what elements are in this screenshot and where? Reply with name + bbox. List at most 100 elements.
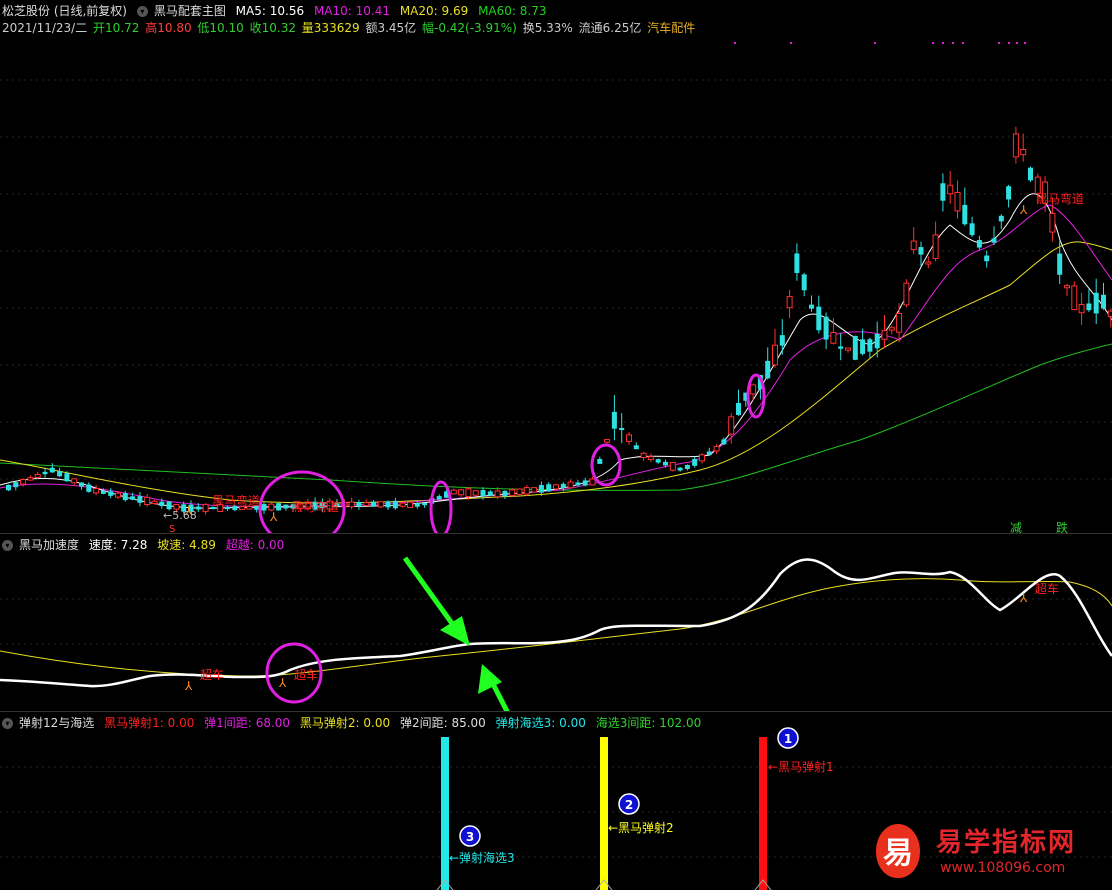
- candle[interactable]: [1020, 148, 1027, 156]
- candle[interactable]: [786, 296, 793, 309]
- candle[interactable]: [1071, 285, 1078, 311]
- candle[interactable]: [838, 346, 844, 349]
- candle[interactable]: [860, 339, 866, 354]
- candle[interactable]: [86, 484, 92, 492]
- candle[interactable]: [845, 347, 851, 351]
- candle[interactable]: [677, 467, 683, 471]
- launch-bar-1[interactable]: [759, 737, 767, 890]
- candle[interactable]: [969, 223, 975, 236]
- candle[interactable]: [597, 458, 603, 464]
- candle[interactable]: [976, 240, 982, 248]
- candle[interactable]: [159, 501, 165, 507]
- candle[interactable]: [414, 503, 420, 507]
- candle[interactable]: [794, 253, 800, 273]
- candle[interactable]: [472, 490, 479, 496]
- candle[interactable]: [436, 496, 442, 500]
- candle[interactable]: [377, 501, 384, 508]
- candle[interactable]: [494, 490, 501, 498]
- candle[interactable]: [1101, 294, 1106, 309]
- candle[interactable]: [42, 471, 48, 475]
- candle[interactable]: [531, 487, 538, 493]
- launch-bar-3[interactable]: [441, 737, 449, 890]
- candle[interactable]: [93, 488, 100, 494]
- candle[interactable]: [130, 496, 136, 500]
- candle[interactable]: [852, 335, 858, 360]
- candle[interactable]: [998, 215, 1004, 222]
- candle[interactable]: [699, 454, 705, 462]
- candle[interactable]: [881, 330, 888, 340]
- candle[interactable]: [407, 501, 413, 508]
- candle[interactable]: [663, 461, 668, 466]
- candle[interactable]: [721, 439, 727, 445]
- candle[interactable]: [122, 493, 128, 501]
- candle[interactable]: [801, 274, 807, 291]
- candle[interactable]: [1107, 310, 1112, 318]
- candle[interactable]: [954, 191, 961, 212]
- candle[interactable]: [560, 483, 566, 488]
- candle[interactable]: [363, 502, 370, 507]
- candle[interactable]: [1078, 304, 1085, 314]
- candle[interactable]: [523, 487, 530, 495]
- candle[interactable]: [34, 473, 41, 478]
- candle[interactable]: [422, 503, 428, 506]
- candle[interactable]: [1049, 212, 1056, 233]
- candle[interactable]: [611, 411, 617, 429]
- candle[interactable]: [13, 482, 19, 488]
- candle[interactable]: [487, 491, 493, 496]
- candle[interactable]: [896, 312, 903, 333]
- speed-chart[interactable]: 超车 超车 超车 ⅄ ⅄ ⅄: [0, 534, 1112, 712]
- candle[interactable]: [71, 478, 78, 484]
- candle[interactable]: [509, 489, 516, 497]
- candle[interactable]: [465, 488, 472, 497]
- candle[interactable]: [903, 282, 910, 306]
- candle[interactable]: [816, 306, 822, 331]
- candle[interactable]: [940, 183, 946, 201]
- candle[interactable]: [626, 434, 632, 442]
- candle[interactable]: [604, 439, 611, 443]
- candle[interactable]: [202, 503, 209, 513]
- candle[interactable]: [371, 501, 376, 507]
- candle[interactable]: [1028, 167, 1033, 181]
- candle[interactable]: [728, 416, 735, 435]
- candle[interactable]: [151, 500, 158, 504]
- candle[interactable]: [647, 456, 654, 461]
- candle[interactable]: [538, 485, 544, 493]
- candle[interactable]: [918, 247, 924, 255]
- candle[interactable]: [6, 484, 11, 491]
- launch-bar-2[interactable]: [600, 737, 608, 890]
- candle[interactable]: [706, 451, 712, 456]
- candle[interactable]: [49, 467, 55, 473]
- candle[interactable]: [450, 489, 457, 495]
- candle[interactable]: [669, 462, 676, 471]
- candle[interactable]: [458, 489, 465, 496]
- candle[interactable]: [692, 458, 698, 466]
- candle[interactable]: [516, 488, 523, 495]
- candle[interactable]: [261, 504, 267, 511]
- candle[interactable]: [765, 360, 771, 379]
- candle[interactable]: [947, 184, 954, 195]
- candle[interactable]: [502, 490, 508, 497]
- candle[interactable]: [1057, 253, 1063, 275]
- candle[interactable]: [553, 484, 559, 490]
- candle[interactable]: [546, 484, 552, 492]
- candle[interactable]: [809, 304, 814, 309]
- candle[interactable]: [925, 261, 932, 265]
- candle[interactable]: [79, 482, 84, 487]
- candle[interactable]: [684, 464, 690, 469]
- candle[interactable]: [932, 234, 939, 260]
- candlesticks[interactable]: [6, 126, 1112, 515]
- candle[interactable]: [283, 504, 289, 509]
- candle[interactable]: [830, 332, 837, 344]
- candle[interactable]: [888, 327, 895, 331]
- candle[interactable]: [589, 478, 596, 486]
- candle[interactable]: [984, 255, 990, 262]
- candle[interactable]: [779, 335, 785, 346]
- candle[interactable]: [399, 502, 406, 507]
- candle[interactable]: [356, 502, 362, 507]
- price-chart[interactable]: 黑马弯道 黑马弯道 黑马弯道 ⅄ ⅄ ⅄ ←5.68 S 减 跌: [0, 0, 1112, 533]
- candle[interactable]: [57, 470, 63, 477]
- candle[interactable]: [27, 477, 34, 481]
- candle[interactable]: [962, 204, 968, 225]
- candle[interactable]: [1012, 133, 1019, 158]
- candle[interactable]: [619, 427, 625, 431]
